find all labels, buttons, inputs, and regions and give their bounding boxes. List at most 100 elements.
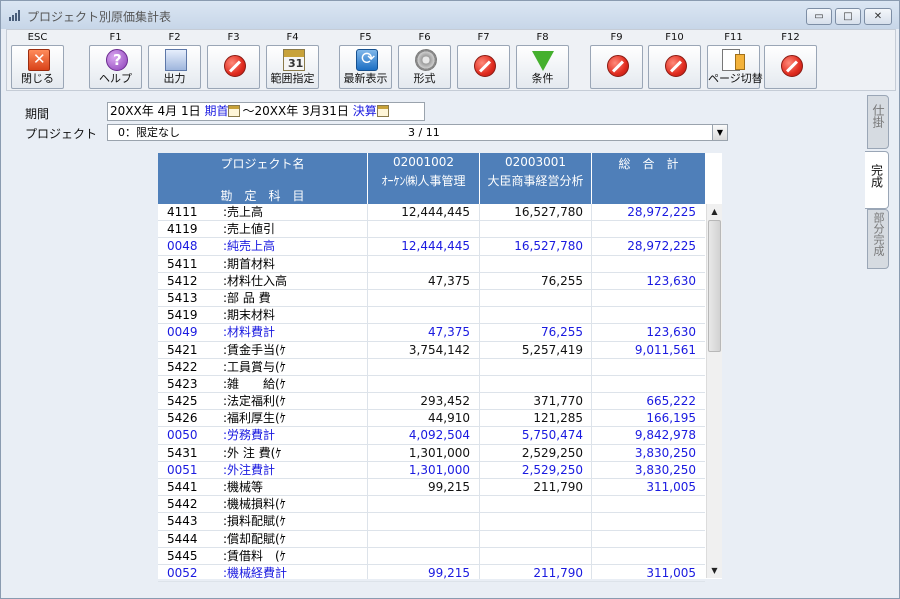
- period-start-link[interactable]: 期首: [204, 104, 228, 118]
- table-row[interactable]: 5422:工員賞与(ｹ: [158, 359, 705, 376]
- table-row[interactable]: 5431:外 注 費(ｹ 1,301,000 2,529,250 3,830,250: [158, 445, 705, 462]
- table-row[interactable]: 5412:材料仕入高 47,375 76,255 123,630: [158, 273, 705, 290]
- f2-output-face[interactable]: 出力: [148, 45, 201, 89]
- tab-completed[interactable]: 完成: [865, 151, 889, 209]
- f8-condition-button[interactable]: F8 条件: [516, 32, 569, 90]
- period-field[interactable]: 20XX年 4月 1日 期首 ～20XX年 3月31日 決算: [107, 102, 425, 121]
- table-row[interactable]: 5443:損料配賦(ｹ: [158, 513, 705, 531]
- table-row[interactable]: 5411:期首材料: [158, 256, 705, 273]
- period-start[interactable]: 20XX年 4月 1日: [110, 104, 201, 118]
- tab-label: 完成: [869, 164, 884, 188]
- f4-range-face[interactable]: 範囲指定: [266, 45, 319, 89]
- project-1-value: 47,375: [428, 325, 470, 340]
- window-title: プロジェクト別原価集計表: [27, 10, 172, 24]
- header-project-2[interactable]: 02003001 大臣商事経営分析: [480, 153, 591, 204]
- table-row[interactable]: 4119:売上値引: [158, 221, 705, 239]
- table-row[interactable]: 5426:福利厚生(ｹ 44,910 121,285 166,195: [158, 410, 705, 428]
- project-2-value: 16,527,780: [514, 239, 583, 254]
- project-2-value: 16,527,780: [514, 205, 583, 219]
- maximize-button[interactable]: □: [835, 8, 861, 25]
- chevron-down-icon[interactable]: ▼: [712, 125, 727, 140]
- period-end[interactable]: 20XX年 3月31日: [254, 104, 348, 118]
- account-name: :材料仕入高: [223, 273, 288, 288]
- account-name: :機械等: [223, 480, 264, 494]
- account-code: 5425: [167, 394, 198, 409]
- account-name: :部 品 費: [223, 290, 271, 305]
- table-row[interactable]: 0050:労務費計 4,092,504 5,750,474 9,842,978: [158, 427, 705, 445]
- f12-disabled-button[interactable]: F12: [764, 32, 817, 90]
- tab-partial-completed[interactable]: 部分完成: [867, 209, 889, 269]
- f10-disabled-button[interactable]: F10: [648, 32, 701, 90]
- f1-help-face[interactable]: ヘルプ: [89, 45, 142, 89]
- table-row[interactable]: 5441:機械等 99,215 211,790 311,005: [158, 479, 705, 497]
- fkey-label: F7: [477, 32, 490, 43]
- table-row[interactable]: 0049:材料費計 47,375 76,255 123,630: [158, 324, 705, 342]
- table-row[interactable]: 5413:部 品 費: [158, 290, 705, 308]
- table-row[interactable]: 0051:外注費計 1,301,000 2,529,250 3,830,250: [158, 462, 705, 479]
- table-row[interactable]: 5425:法定福利(ｹ 293,452 371,770 665,222: [158, 393, 705, 411]
- f1-help-button[interactable]: F1 ヘルプ: [89, 32, 142, 90]
- esc-close-face[interactable]: 閉じる: [11, 45, 64, 89]
- table-row[interactable]: 5419:期末材料: [158, 307, 705, 325]
- esc-close-button[interactable]: ESC 閉じる: [11, 32, 64, 90]
- gear-icon: [415, 49, 437, 71]
- f11-page-switch-button[interactable]: F11 ページ切替: [707, 32, 763, 90]
- title-bar[interactable]: プロジェクト別原価集計表 ▭ □ ✕: [1, 1, 899, 29]
- f8-condition-face[interactable]: 条件: [516, 45, 569, 89]
- table-row[interactable]: 5444:償却配賦(ｹ: [158, 531, 705, 548]
- header-total[interactable]: 総 合 計: [592, 153, 705, 204]
- total-label: 総 合 計: [618, 157, 679, 171]
- table-row[interactable]: 5423:雑 給(ｹ: [158, 376, 705, 394]
- account-code: 0048: [167, 239, 198, 254]
- refresh-icon: [356, 49, 378, 71]
- minimize-button[interactable]: ▭: [806, 8, 832, 25]
- account-name: :外注費計: [223, 462, 276, 477]
- f2-output-button[interactable]: F2 出力: [148, 32, 201, 90]
- f5-refresh-face[interactable]: 最新表示: [339, 45, 392, 89]
- f5-refresh-button[interactable]: F5 最新表示: [339, 32, 392, 90]
- header-project-name: プロジェクト名: [220, 157, 305, 171]
- f10-face[interactable]: [648, 45, 701, 89]
- f3-face[interactable]: [207, 45, 260, 89]
- f11-page-switch-face[interactable]: ページ切替: [707, 45, 763, 89]
- scroll-down-icon[interactable]: ▼: [707, 563, 722, 578]
- table-row[interactable]: 5421:賃金手当(ｹ 3,754,142 5,257,419 9,011,561: [158, 342, 705, 359]
- tab-in-progress[interactable]: 仕掛: [867, 95, 889, 149]
- f6-format-face[interactable]: 形式: [398, 45, 451, 89]
- f9-disabled-button[interactable]: F9: [590, 32, 643, 90]
- project-2-value: 76,255: [541, 273, 583, 288]
- calendar-icon[interactable]: [228, 105, 241, 117]
- close-window-button[interactable]: ✕: [864, 8, 892, 25]
- table-row[interactable]: 4111:売上高 12,444,445 16,527,780 28,972,225: [158, 204, 705, 222]
- header-project-1[interactable]: 02001002 ｵｰｹﾝ㈱人事管理: [368, 153, 479, 204]
- grid-scrollbar[interactable]: ▲ ▼: [706, 204, 722, 578]
- fkey-label: F11: [724, 32, 743, 43]
- table-row[interactable]: 0048:純売上高 12,444,445 16,527,780 28,972,225: [158, 238, 705, 256]
- total-value: 123,630: [646, 273, 696, 288]
- f7-disabled-button[interactable]: F7: [457, 32, 510, 90]
- header-account[interactable]: プロジェクト名 勘 定 科 目: [158, 153, 367, 204]
- f12-face[interactable]: [764, 45, 817, 89]
- table-row[interactable]: 5442:機械損料(ｹ: [158, 496, 705, 514]
- bar-chart-icon: [9, 10, 22, 21]
- total-value: 166,195: [646, 411, 696, 426]
- fkey-label: ESC: [27, 32, 48, 43]
- f4-range-button[interactable]: F4 範囲指定: [266, 32, 319, 90]
- scroll-up-icon[interactable]: ▲: [707, 204, 722, 219]
- period-end-link[interactable]: 決算: [353, 104, 377, 118]
- fkey-label: F8: [536, 32, 549, 43]
- table-row[interactable]: 0052:機械経費計 99,215 211,790 311,005: [158, 565, 705, 583]
- project-1-value: 1,301,000: [408, 445, 470, 460]
- f9-face[interactable]: [590, 45, 643, 89]
- project-2-value: 5,257,419: [521, 342, 583, 357]
- f3-disabled-button[interactable]: F3: [207, 32, 260, 90]
- f6-format-button[interactable]: F6 形式: [398, 32, 451, 90]
- table-row[interactable]: 5445:賃借料 (ｹ: [158, 548, 705, 565]
- fkey-label: F12: [781, 32, 800, 43]
- scroll-thumb[interactable]: [708, 220, 721, 352]
- project-select[interactable]: 0：限定なし 3 / 11 ▼: [107, 124, 728, 141]
- f7-face[interactable]: [457, 45, 510, 89]
- calendar-icon[interactable]: [376, 105, 389, 117]
- account-code: 5412: [167, 273, 198, 288]
- project-1-value: 1,301,000: [408, 462, 470, 477]
